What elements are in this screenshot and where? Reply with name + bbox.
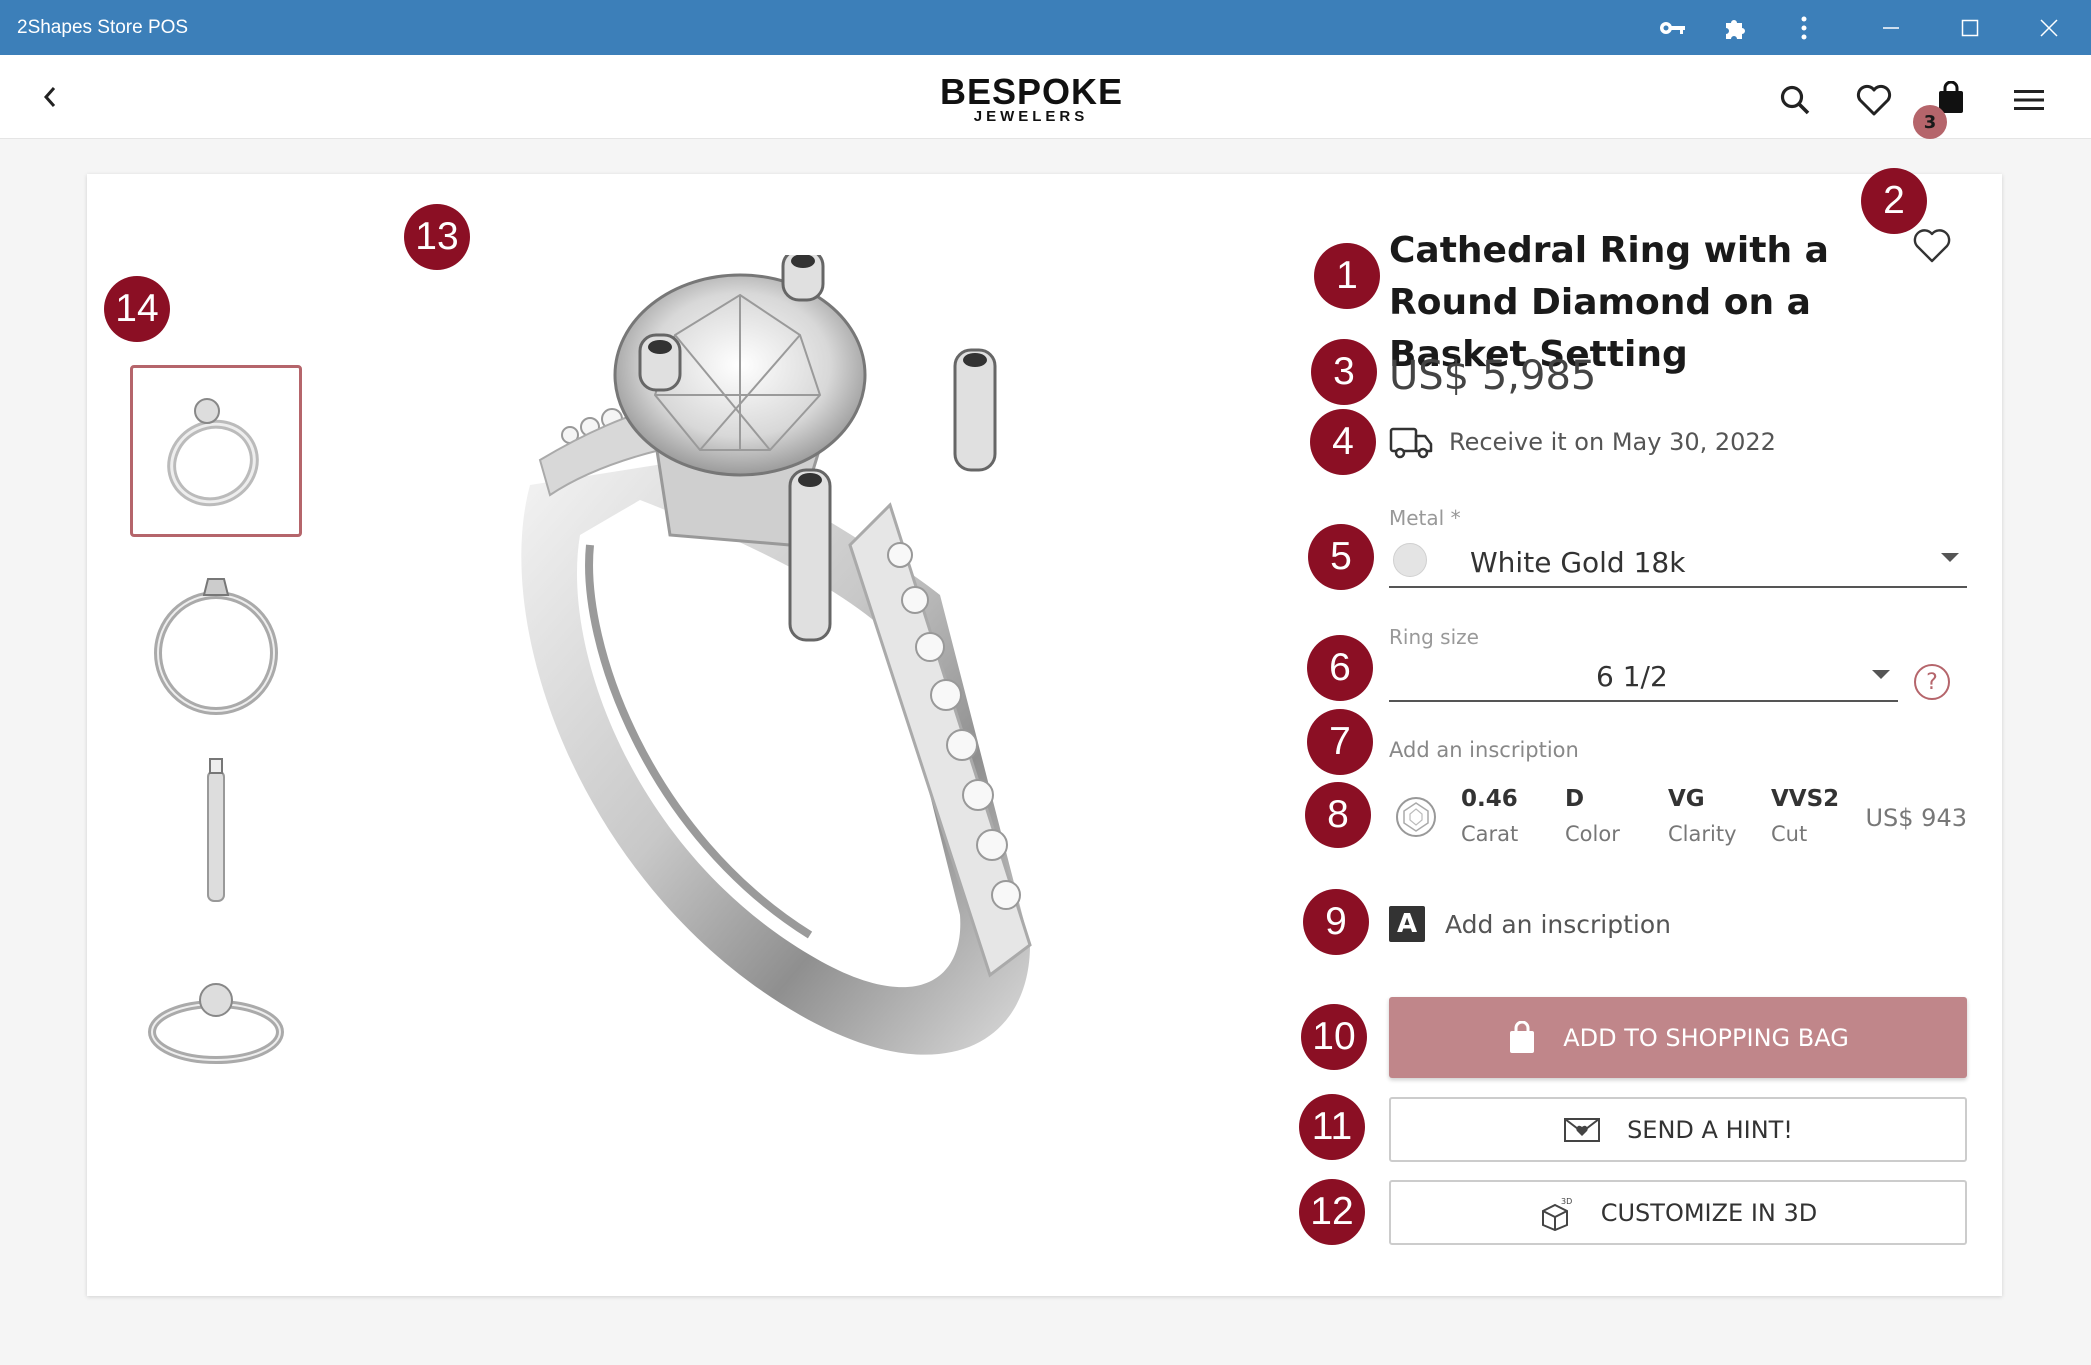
metal-color-swatch <box>1393 543 1427 577</box>
more-vertical-icon[interactable] <box>1786 10 1822 46</box>
add-to-bag-label: ADD TO SHOPPING BAG <box>1563 1023 1849 1052</box>
metal-value: White Gold 18k <box>1470 546 1686 579</box>
spec-color: D Color <box>1565 786 1620 846</box>
cube-3d-icon: 3D <box>1539 1195 1575 1231</box>
clarity-value: VG <box>1668 786 1705 812</box>
maximize-icon[interactable] <box>1952 10 1988 46</box>
add-inscription-button[interactable]: A Add an inscription <box>1389 904 1671 944</box>
ring-size-value: 6 1/2 <box>1596 660 1668 693</box>
metal-label: Metal * <box>1389 506 1461 530</box>
ring-thumbnail-image <box>207 758 225 902</box>
product-price: US$ 5,985 <box>1389 353 1597 399</box>
annotation-marker-11: 11 <box>1299 1094 1365 1160</box>
diamond-price: US$ 943 <box>1865 804 1967 832</box>
customize-3d-button[interactable]: 3D CUSTOMIZE IN 3D <box>1389 1180 1967 1245</box>
annotation-marker-9: 9 <box>1303 889 1369 955</box>
spec-cut: VVS2 Cut <box>1771 786 1839 846</box>
bag-count-badge: 3 <box>1913 105 1947 139</box>
carat-value: 0.46 <box>1461 786 1518 812</box>
thumbnail-ring-front[interactable] <box>130 555 302 727</box>
wishlist-button[interactable] <box>1852 78 1896 122</box>
annotation-marker-12: 12 <box>1299 1179 1365 1245</box>
inscription-icon: A <box>1389 906 1425 942</box>
annotation-marker-1: 1 <box>1314 243 1380 309</box>
delivery-date-text: Receive it on May 30, 2022 <box>1449 428 1776 456</box>
chevron-down-icon <box>1872 670 1890 679</box>
ring-thumbnail-image <box>167 398 259 507</box>
app-header: BESPOKE JEWELERS <box>0 55 2091 139</box>
shopping-bag-icon <box>1507 1020 1537 1055</box>
key-icon[interactable] <box>1655 10 1691 46</box>
clarity-label: Clarity <box>1668 822 1737 846</box>
cut-label: Cut <box>1771 822 1808 846</box>
search-icon <box>1780 85 1810 115</box>
annotation-marker-2: 2 <box>1861 168 1927 234</box>
back-button[interactable] <box>28 75 72 119</box>
ring-size-label: Ring size <box>1389 625 1479 649</box>
inscription-hint[interactable]: Add an inscription <box>1389 738 1579 762</box>
color-label: Color <box>1565 822 1620 846</box>
spec-clarity: VG Clarity <box>1668 786 1737 846</box>
annotation-marker-13: 13 <box>404 204 470 270</box>
search-button[interactable] <box>1773 78 1817 122</box>
customize-3d-label: CUSTOMIZE IN 3D <box>1600 1198 1818 1227</box>
chevron-down-icon <box>1941 553 1959 562</box>
ring-thumbnail-image <box>148 983 284 1064</box>
main-product-image[interactable] <box>470 248 1230 1135</box>
thumbnail-ring-top[interactable] <box>130 935 302 1107</box>
close-icon[interactable] <box>2031 10 2067 46</box>
diamond-specs[interactable]: 0.46 Carat D Color VG Clarity VVS2 Cut U… <box>1389 780 1967 860</box>
thumbnail-ring-side[interactable] <box>130 745 302 917</box>
annotation-marker-8: 8 <box>1305 782 1371 848</box>
annotation-marker-4: 4 <box>1310 409 1376 475</box>
cut-value: VVS2 <box>1771 786 1840 812</box>
send-hint-label: SEND A HINT! <box>1627 1115 1793 1144</box>
window-title: 2Shapes Store POS <box>17 17 189 38</box>
ring-size-help-icon[interactable]: ? <box>1914 664 1950 700</box>
annotation-marker-5: 5 <box>1308 524 1374 590</box>
add-to-bag-button[interactable]: ADD TO SHOPPING BAG <box>1389 997 1967 1078</box>
hamburger-menu-icon <box>2014 90 2044 110</box>
annotation-marker-7: 7 <box>1307 709 1373 775</box>
menu-button[interactable] <box>2007 78 2051 122</box>
delivery-truck-icon <box>1389 427 1433 459</box>
thumbnail-ring-angle[interactable] <box>130 365 302 537</box>
favorite-button[interactable] <box>1912 228 1956 268</box>
heart-icon <box>1913 229 1951 263</box>
heart-icon <box>1856 84 1892 116</box>
annotation-marker-3: 3 <box>1311 339 1377 405</box>
brand-logo[interactable]: BESPOKE JEWELERS <box>940 74 1122 125</box>
annotation-marker-6: 6 <box>1307 635 1373 701</box>
diamond-icon <box>1394 795 1438 843</box>
minimize-icon[interactable] <box>1873 10 1909 46</box>
inscription-label: Add an inscription <box>1445 909 1672 939</box>
metal-select[interactable]: White Gold 18k <box>1389 533 1967 588</box>
window-titlebar: 2Shapes Store POS <box>0 0 2091 55</box>
puzzle-icon[interactable] <box>1717 10 1753 46</box>
color-value: D <box>1565 786 1585 812</box>
svg-text:3D: 3D <box>1561 1197 1572 1206</box>
carat-label: Carat <box>1461 822 1519 846</box>
delivery-info: Receive it on May 30, 2022 <box>1389 422 1776 462</box>
ring-size-select[interactable]: 6 1/2 <box>1389 652 1898 702</box>
envelope-heart-icon <box>1563 1116 1601 1144</box>
spec-carat: 0.46 Carat <box>1461 786 1518 846</box>
annotation-marker-14: 14 <box>104 276 170 342</box>
chevron-left-icon <box>43 87 56 107</box>
ring-thumbnail-image <box>154 578 278 715</box>
send-hint-button[interactable]: SEND A HINT! <box>1389 1097 1967 1162</box>
annotation-marker-10: 10 <box>1301 1004 1367 1070</box>
